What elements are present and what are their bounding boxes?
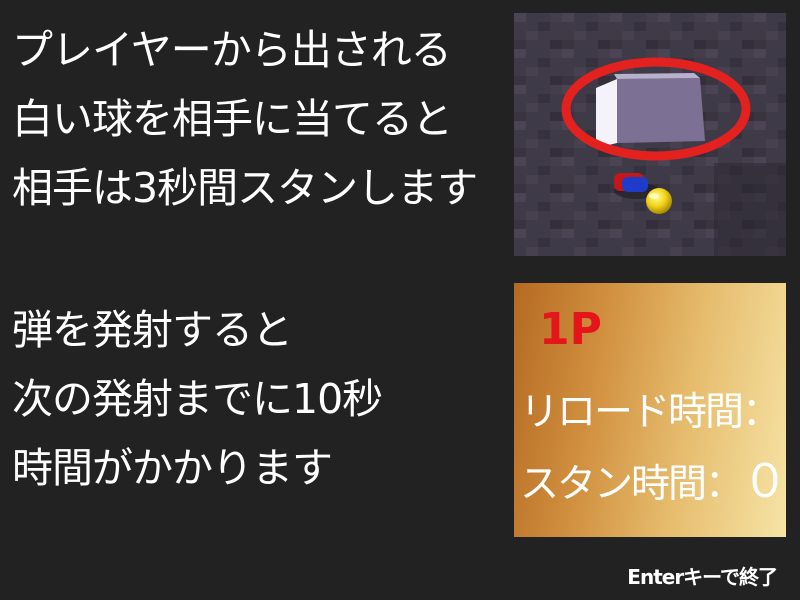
instruction-line: 相手は3秒間スタンします — [12, 164, 478, 212]
stun-time-value: ０ — [742, 454, 786, 508]
reload-time-label: リロード時間： — [520, 390, 781, 435]
instruction-line: 白い球を相手に当てると — [12, 95, 453, 143]
instruction-line: 時間がかかります — [12, 444, 333, 492]
hud-status-panel: 1P リロード時間：００ スタン時間：０ — [514, 283, 786, 537]
player-label: 1P — [539, 304, 602, 355]
instruction-line: プレイヤーから出される — [12, 26, 452, 74]
reload-instructions: 弾を発射すると 次の発射までに10秒 時間がかかります — [12, 296, 383, 503]
stun-time-label: スタン時間： — [520, 462, 744, 507]
gameplay-example-image — [514, 13, 786, 256]
exit-hint: Enterキーで終了 — [627, 565, 778, 589]
instruction-line: 次の発射までに10秒 — [12, 375, 383, 423]
stun-instructions: プレイヤーから出される 白い球を相手に当てると 相手は3秒間スタンします — [12, 16, 478, 223]
reload-time-row: リロード時間：００ — [520, 383, 786, 439]
instruction-line: 弾を発射すると — [12, 306, 293, 354]
stun-time-row: スタン時間：０ — [520, 455, 786, 511]
reload-time-value: ００ — [779, 382, 786, 436]
projectile-cube — [596, 73, 705, 148]
game-help-screen: プレイヤーから出される 白い球を相手に当てると 相手は3秒間スタンします 弾を発… — [0, 0, 800, 600]
